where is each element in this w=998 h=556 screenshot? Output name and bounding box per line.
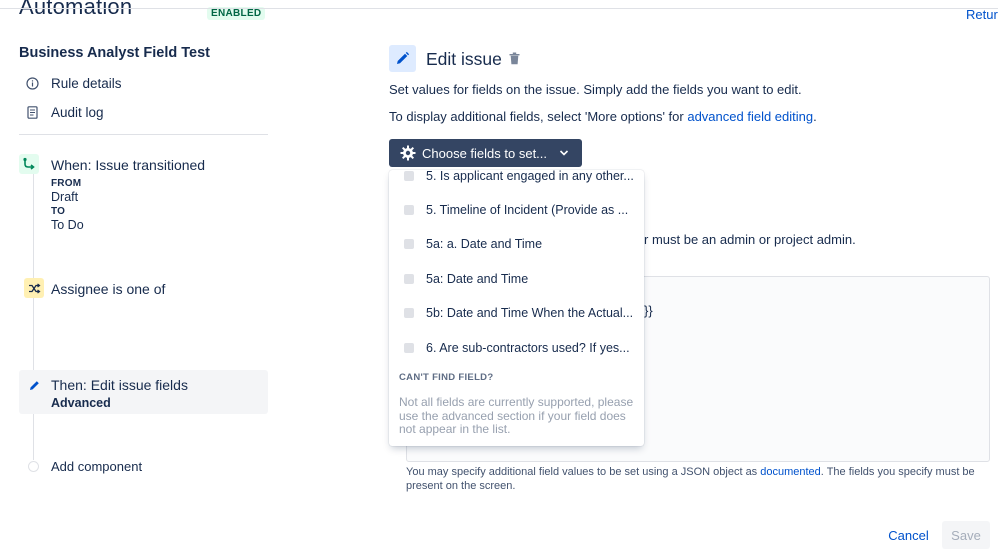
description-line-2: To display additional fields, select 'Mo… xyxy=(389,109,817,124)
checkbox[interactable] xyxy=(404,308,414,318)
from-caption: FROM xyxy=(51,178,82,189)
action-subtitle: Advanced xyxy=(51,396,111,410)
sidebar-item-label: Rule details xyxy=(51,76,122,91)
info-icon xyxy=(26,77,39,90)
pencil-icon xyxy=(24,375,44,395)
documented-link[interactable]: documented xyxy=(760,466,821,478)
rule-name: Business Analyst Field Test xyxy=(19,45,210,61)
chevron-down-icon xyxy=(559,149,569,157)
help-text: You may specify additional field values … xyxy=(406,466,975,492)
sidebar-item-label: Audit log xyxy=(51,105,104,120)
checkbox[interactable] xyxy=(404,205,414,215)
add-component-dot xyxy=(28,461,39,472)
to-caption: TO xyxy=(51,206,66,217)
field-option[interactable]: 5b: Date and Time When the Actual... xyxy=(389,296,644,330)
from-status: Draft xyxy=(51,190,79,204)
gear-icon xyxy=(400,145,416,161)
return-link[interactable]: Retur xyxy=(966,7,998,22)
header-divider xyxy=(0,8,998,9)
transition-icon xyxy=(19,154,39,174)
trash-icon[interactable] xyxy=(509,52,520,70)
component-title: Edit issue xyxy=(426,49,502,69)
edit-issue-icon xyxy=(389,45,416,72)
checkbox[interactable] xyxy=(404,274,414,284)
checkbox[interactable] xyxy=(404,239,414,249)
advanced-field-editing-link[interactable]: advanced field editing xyxy=(687,109,813,124)
sidebar-item-audit-log[interactable]: Audit log xyxy=(26,105,104,120)
field-option[interactable]: 5a: a. Date and Time xyxy=(389,227,644,261)
field-option[interactable]: 5. Timeline of Incident (Provide as ... xyxy=(389,193,644,227)
add-component-link[interactable]: Add component xyxy=(51,459,142,474)
json-editor-text: }} xyxy=(644,303,653,318)
trigger-title[interactable]: When: Issue transitioned xyxy=(51,157,205,173)
cant-find-note: Not all fields are currently supported, … xyxy=(399,395,634,436)
document-icon xyxy=(26,106,39,119)
to-status: To Do xyxy=(51,218,84,232)
action-icon-wrap xyxy=(24,375,44,395)
field-option[interactable]: 5a: Date and Time xyxy=(389,262,644,296)
cant-find-heading: CAN'T FIND FIELD? xyxy=(399,372,494,383)
rule-flow-line xyxy=(33,160,34,460)
checkbox[interactable] xyxy=(404,343,414,353)
shuffle-icon xyxy=(24,278,44,298)
field-option[interactable]: 6. Are sub-contractors used? If yes... xyxy=(389,331,644,365)
save-button[interactable]: Save xyxy=(942,521,990,549)
permission-note: r must be an admin or project admin. xyxy=(644,232,856,247)
sidebar-divider xyxy=(19,134,268,135)
field-picker-dropdown: 5. Is applicant engaged in any other... … xyxy=(389,170,644,446)
sidebar-item-rule-details[interactable]: Rule details xyxy=(26,76,122,91)
condition-component[interactable] xyxy=(24,278,44,298)
field-option[interactable]: 5. Is applicant engaged in any other... xyxy=(389,170,644,193)
choose-fields-button[interactable]: Choose fields to set... xyxy=(389,139,582,167)
page-title: Automation xyxy=(19,0,133,19)
choose-fields-label: Choose fields to set... xyxy=(422,145,548,161)
description-line-1: Set values for fields on the issue. Simp… xyxy=(389,82,802,97)
trigger-component[interactable] xyxy=(19,154,39,174)
condition-title[interactable]: Assignee is one of xyxy=(51,281,165,297)
checkbox[interactable] xyxy=(404,171,414,181)
action-title[interactable]: Then: Edit issue fields xyxy=(51,377,188,393)
cancel-button[interactable]: Cancel xyxy=(880,521,937,549)
